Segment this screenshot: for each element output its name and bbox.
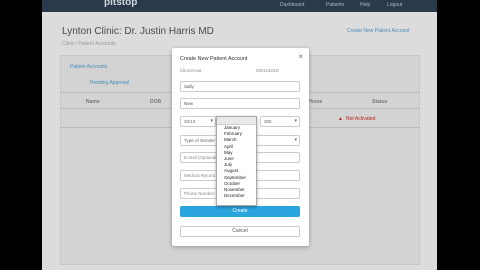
panel-item-pending[interactable]: Pending Approval: [90, 80, 129, 86]
chevron-down-icon: ▾: [210, 118, 213, 124]
dob-day-select[interactable]: 20/13 ▾: [180, 116, 216, 127]
month-option-december[interactable]: December: [217, 193, 256, 199]
first-name-field[interactable]: [180, 81, 300, 92]
modal-title: Create New Patient Account: [180, 56, 248, 62]
dob-year-value: 300: [264, 119, 272, 124]
create-patient-modal: Create New Patient Account × Clinic/Host…: [172, 48, 309, 246]
nav-help[interactable]: Help: [360, 2, 370, 8]
nav-dashboard[interactable]: Dashboard: [280, 2, 304, 8]
warning-icon: ▲: [338, 116, 343, 122]
create-button[interactable]: Create: [180, 206, 300, 217]
close-icon[interactable]: ×: [298, 53, 303, 61]
dob-year-select[interactable]: 300 ▾: [260, 116, 300, 127]
table-header-name: Name: [86, 99, 100, 105]
clinic-code: 000101010: [256, 68, 279, 73]
table-header-status: Status: [372, 99, 388, 105]
chevron-down-icon: ▾: [294, 118, 297, 124]
dropdown-highlight-row[interactable]: [217, 117, 256, 125]
app-window: pitstop Dashboard Patients Help Logout L…: [42, 0, 437, 270]
status-badge: Not Activated: [346, 116, 376, 122]
panel-item-accounts[interactable]: Patient Accounts: [70, 64, 107, 70]
last-name-field[interactable]: [180, 98, 300, 109]
chevron-down-icon: ▾: [294, 137, 297, 143]
nav-patients[interactable]: Patients: [326, 2, 344, 8]
clinic-label: Clinic/Host: [180, 68, 202, 73]
table-header-dob: DOB: [150, 99, 162, 105]
top-navbar: pitstop Dashboard Patients Help Logout: [42, 0, 437, 12]
cancel-button[interactable]: Cancel: [180, 226, 300, 237]
month-dropdown-list[interactable]: January February March April May June Ju…: [216, 116, 257, 206]
breadcrumb[interactable]: Clinic / Patient Accounts: [62, 41, 116, 47]
gender-placeholder: Type of Gender: [184, 138, 216, 143]
create-account-link[interactable]: Create New Patient Account: [347, 28, 410, 34]
page-title: Lynton Clinic: Dr. Justin Harris MD: [62, 26, 214, 37]
nav-logout[interactable]: Logout: [387, 2, 402, 8]
table-header-phone: Phone: [307, 99, 323, 105]
app-logo: pitstop: [104, 0, 138, 8]
dob-day-value: 20/13: [184, 119, 196, 124]
